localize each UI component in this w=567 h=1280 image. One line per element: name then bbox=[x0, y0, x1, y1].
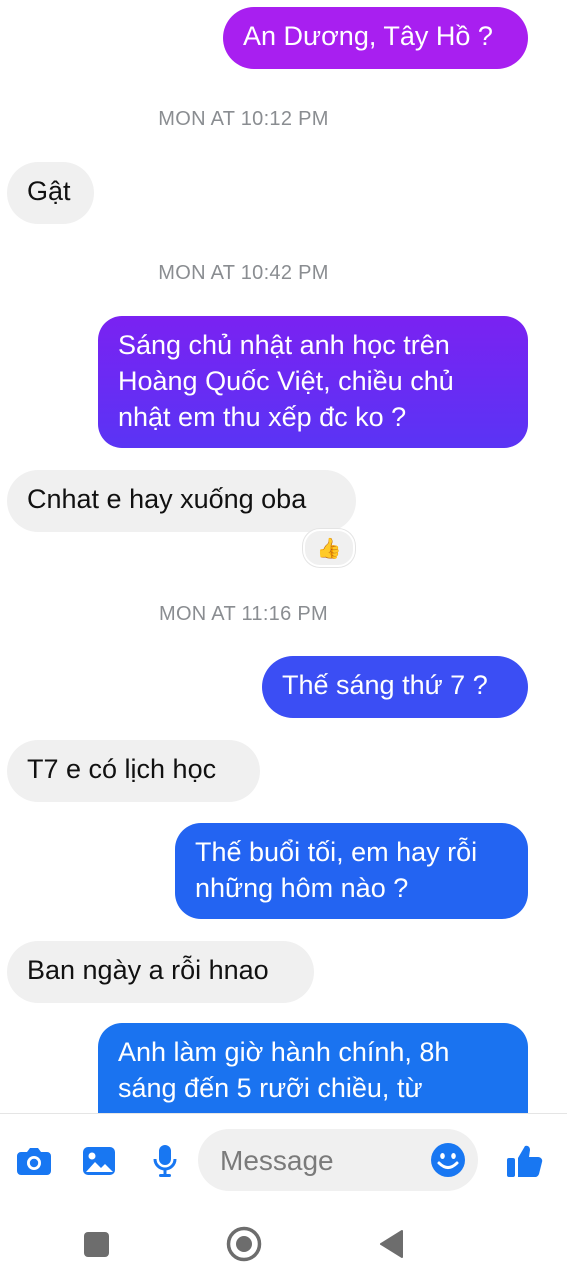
timestamp: MON AT 10:12 PM bbox=[158, 108, 329, 130]
incoming-message[interactable]: Ban ngày a rỗi hnao bbox=[7, 941, 314, 1003]
home-circle-icon[interactable] bbox=[224, 1224, 264, 1264]
timestamp: MON AT 10:42 PM bbox=[158, 262, 329, 284]
gallery-icon[interactable] bbox=[79, 1141, 119, 1181]
outgoing-message[interactable]: Thế sáng thứ 7 ? bbox=[262, 656, 528, 718]
thumbs-up-reaction-icon: 👍 bbox=[316, 537, 342, 560]
timestamp: MON AT 11:16 PM bbox=[158, 603, 328, 625]
system-navigation-bar bbox=[0, 1206, 567, 1280]
message-input-box[interactable] bbox=[198, 1129, 478, 1191]
thumbs-up-icon[interactable] bbox=[504, 1141, 544, 1181]
back-triangle-icon[interactable] bbox=[371, 1224, 411, 1264]
outgoing-message[interactable]: Thế buổi tối, em hay rỗi những hôm nào ? bbox=[175, 823, 528, 919]
reaction-badge[interactable]: 👍 bbox=[303, 529, 355, 567]
emoji-icon[interactable] bbox=[430, 1142, 466, 1178]
message-thread: An Dương, Tây Hồ ? MON AT 10:12 PM Gật M… bbox=[0, 0, 567, 1113]
incoming-message[interactable]: Gật bbox=[7, 162, 94, 224]
outgoing-message[interactable]: Anh làm giờ hành chính, 8h sáng đến 5 rư… bbox=[98, 1023, 528, 1113]
incoming-message[interactable]: T7 e có lịch học bbox=[7, 740, 260, 802]
message-input[interactable] bbox=[218, 1139, 422, 1183]
message-composer bbox=[0, 1113, 567, 1207]
incoming-message[interactable]: Cnhat e hay xuống oba bbox=[7, 470, 356, 532]
recents-square-icon[interactable] bbox=[76, 1224, 116, 1264]
camera-icon[interactable] bbox=[14, 1141, 54, 1181]
outgoing-message[interactable]: Sáng chủ nhật anh học trên Hoàng Quốc Vi… bbox=[98, 316, 528, 448]
microphone-icon[interactable] bbox=[145, 1141, 185, 1181]
outgoing-message[interactable]: An Dương, Tây Hồ ? bbox=[223, 7, 528, 69]
